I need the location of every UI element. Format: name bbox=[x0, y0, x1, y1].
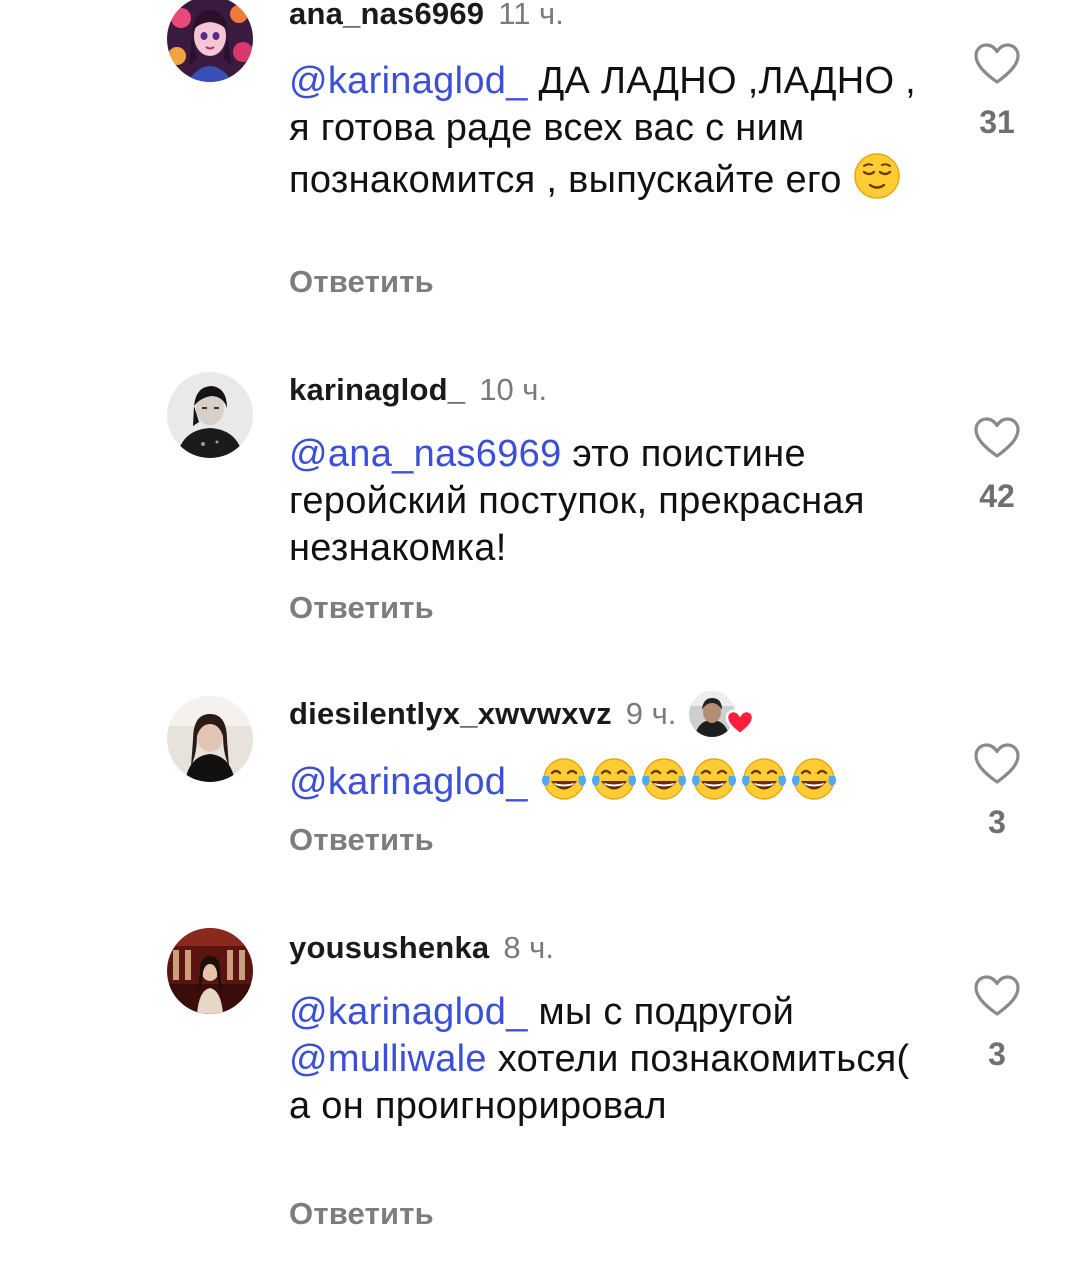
avatar[interactable] bbox=[167, 928, 253, 1014]
heart-icon[interactable] bbox=[973, 416, 1021, 460]
avatar[interactable] bbox=[167, 0, 253, 82]
comment-text: @karinaglod_ bbox=[289, 756, 929, 814]
heart-icon[interactable] bbox=[973, 974, 1021, 1018]
tears-of-joy-emoji bbox=[789, 756, 839, 814]
comment-username[interactable]: ana_nas6969 bbox=[289, 0, 484, 32]
heart-filled-icon bbox=[726, 709, 755, 736]
comment-text: @karinaglod_ мы с подругой @mulliwale хо… bbox=[289, 989, 929, 1130]
like-count: 3 bbox=[988, 804, 1006, 840]
comment-meta: ana_nas6969 11 ч. bbox=[289, 0, 564, 34]
like-count: 42 bbox=[979, 478, 1015, 514]
comment-meta: yousushenka 8 ч. bbox=[289, 928, 554, 968]
creator-liked-badge bbox=[688, 690, 755, 738]
reply-button[interactable]: Ответить bbox=[289, 822, 434, 858]
tears-of-joy-emoji bbox=[739, 756, 789, 814]
reply-button[interactable]: Ответить bbox=[289, 1196, 434, 1232]
avatar-photo bbox=[167, 928, 253, 1014]
comment-mention[interactable]: @karinaglod_ bbox=[289, 991, 528, 1033]
comment-mention[interactable]: @ana_nas6969 bbox=[289, 433, 562, 475]
comment-time: 9 ч. bbox=[625, 696, 677, 731]
comment-meta: diesilentlyx_xwvwxvz 9 ч. bbox=[289, 691, 755, 737]
tears-of-joy-emoji bbox=[589, 756, 639, 814]
reply-button[interactable]: Ответить bbox=[289, 264, 434, 300]
comment-meta: karinaglod_ 10 ч. bbox=[289, 370, 547, 410]
tears-of-joy-emoji bbox=[539, 756, 589, 814]
tears-of-joy-emoji bbox=[689, 756, 739, 814]
comment-username[interactable]: diesilentlyx_xwvwxvz bbox=[289, 696, 612, 732]
avatar[interactable] bbox=[167, 696, 253, 782]
like-control: 31 bbox=[962, 42, 1032, 141]
comment-mention[interactable]: @karinaglod_ bbox=[289, 60, 528, 102]
relieved-face-emoji bbox=[853, 152, 901, 212]
comment-time: 8 ч. bbox=[503, 930, 554, 965]
comment-username[interactable]: karinaglod_ bbox=[289, 372, 465, 408]
avatar-illustration bbox=[167, 0, 253, 82]
comment-time: 11 ч. bbox=[498, 0, 564, 31]
comment-username[interactable]: yousushenka bbox=[289, 930, 489, 966]
like-control: 3 bbox=[962, 742, 1032, 841]
like-count: 31 bbox=[979, 104, 1015, 140]
tears-of-joy-emoji bbox=[639, 756, 689, 814]
reply-button[interactable]: Ответить bbox=[289, 590, 434, 626]
comment-mention[interactable]: @karinaglod_ bbox=[289, 761, 528, 803]
comment-text: @ana_nas6969 это поистине геройский пост… bbox=[289, 431, 929, 572]
avatar[interactable] bbox=[167, 372, 253, 458]
avatar-photo bbox=[167, 696, 253, 782]
like-control: 3 bbox=[962, 974, 1032, 1073]
like-control: 42 bbox=[962, 416, 1032, 515]
heart-icon[interactable] bbox=[973, 742, 1021, 786]
comment-text: @karinaglod_ ДА ЛАДНО ,ЛАДНО , я готова … bbox=[289, 58, 929, 212]
comment-time: 10 ч. bbox=[479, 372, 548, 407]
heart-icon[interactable] bbox=[973, 42, 1021, 86]
comment-mention[interactable]: @mulliwale bbox=[289, 1038, 487, 1080]
comment-body bbox=[528, 761, 539, 803]
like-count: 3 bbox=[988, 1036, 1006, 1072]
comment-body: мы с подругой bbox=[527, 991, 795, 1033]
avatar-photo bbox=[167, 372, 253, 458]
